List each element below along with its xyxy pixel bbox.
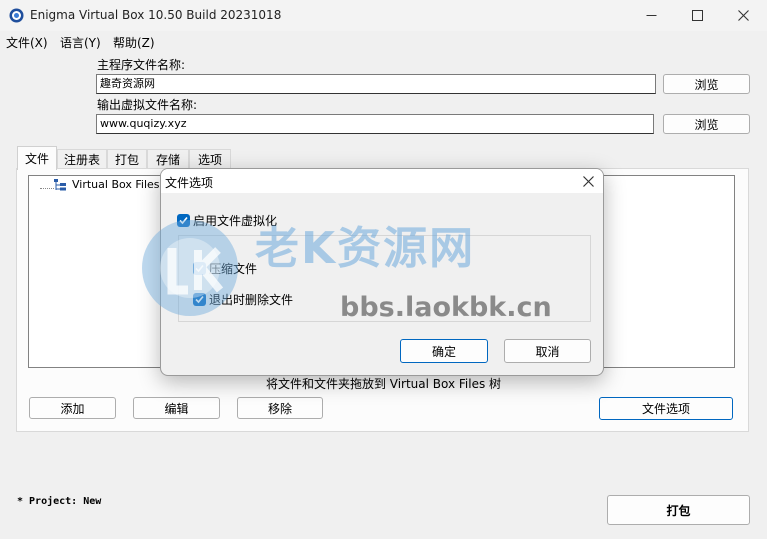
output-file-browse-button[interactable]: 浏览 xyxy=(663,114,750,134)
output-file-input[interactable]: www.quqizy.xyz xyxy=(96,114,654,134)
tab-files[interactable]: 文件 xyxy=(17,146,57,170)
output-file-label: 输出虚拟文件名称: xyxy=(97,98,198,112)
edit-button[interactable]: 编辑 xyxy=(133,397,220,419)
add-button[interactable]: 添加 xyxy=(29,397,116,419)
checkmark-icon xyxy=(195,295,204,304)
menu-bar: 文件(X) 语言(Y) 帮助(Z) xyxy=(0,31,767,51)
main-exe-label: 主程序文件名称: xyxy=(97,58,186,72)
close-icon xyxy=(737,10,749,21)
enable-virtualization-checkbox[interactable] xyxy=(177,214,190,227)
drag-drop-hint: 将文件和文件夹拖放到 Virtual Box Files 树 xyxy=(265,377,502,391)
main-exe-input[interactable]: 趣奇资源网 xyxy=(96,74,656,94)
cancel-button[interactable]: 取消 xyxy=(504,339,591,363)
delete-on-exit-checkbox[interactable] xyxy=(193,293,206,306)
menu-file[interactable]: 文件(X) xyxy=(6,34,48,51)
remove-button[interactable]: 移除 xyxy=(237,397,323,419)
tree-connector xyxy=(40,181,54,189)
dialog-close-button[interactable] xyxy=(578,172,598,190)
watermark-text: 老K资源网 xyxy=(255,223,476,274)
tab-options[interactable]: 选项 xyxy=(189,149,231,168)
tab-packing[interactable]: 打包 xyxy=(107,149,147,168)
close-icon xyxy=(582,175,594,187)
main-exe-browse-button[interactable]: 浏览 xyxy=(663,74,750,94)
close-button[interactable] xyxy=(720,0,766,31)
dialog-title: 文件选项 xyxy=(165,176,214,190)
compress-files-label: 压缩文件 xyxy=(209,262,258,276)
checkmark-icon xyxy=(195,264,204,273)
dialog-title-bar: 文件选项 xyxy=(161,169,603,193)
app-icon xyxy=(9,8,24,23)
delete-on-exit-option[interactable]: 退出时删除文件 xyxy=(193,291,293,308)
window-title: Enigma Virtual Box 10.50 Build 20231018 xyxy=(30,8,282,22)
checkmark-icon xyxy=(179,216,188,225)
compress-files-checkbox[interactable] xyxy=(193,262,206,275)
title-bar: Enigma Virtual Box 10.50 Build 20231018 xyxy=(0,0,767,31)
file-options-button[interactable]: 文件选项 xyxy=(599,397,733,420)
maximize-icon xyxy=(691,10,703,21)
tab-storage[interactable]: 存储 xyxy=(147,149,189,168)
menu-help[interactable]: 帮助(Z) xyxy=(113,34,155,51)
tree-root-icon xyxy=(54,179,66,191)
compress-files-option[interactable]: 压缩文件 xyxy=(193,260,257,277)
tab-registry[interactable]: 注册表 xyxy=(57,149,107,168)
watermark-url: bbs.laokbk.cn xyxy=(340,292,552,323)
delete-on-exit-label: 退出时删除文件 xyxy=(209,293,294,307)
pack-button[interactable]: 打包 xyxy=(607,495,750,525)
minimize-button[interactable] xyxy=(628,0,674,31)
minimize-icon xyxy=(646,15,656,16)
menu-language[interactable]: 语言(Y) xyxy=(60,34,101,51)
maximize-button[interactable] xyxy=(674,0,720,31)
tree-root-label[interactable]: Virtual Box Files xyxy=(72,178,160,191)
project-status: * Project: New xyxy=(17,496,102,507)
ok-button[interactable]: 确定 xyxy=(400,339,488,363)
